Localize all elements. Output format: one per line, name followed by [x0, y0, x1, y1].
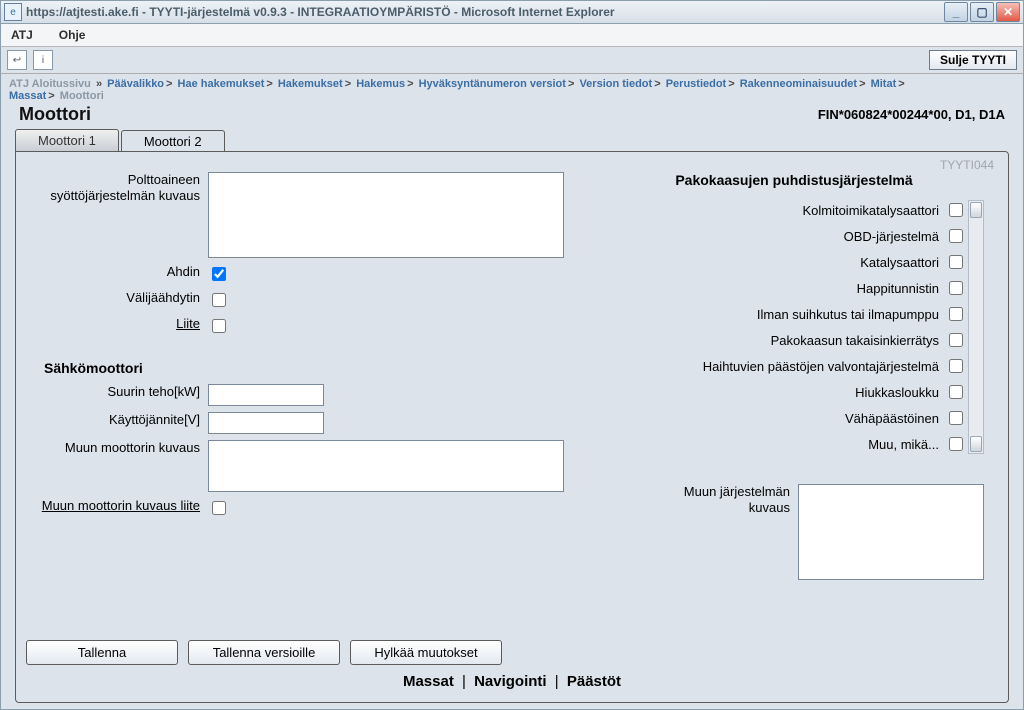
checkbox-liite[interactable]	[212, 319, 226, 333]
scrollbar[interactable]	[968, 200, 984, 454]
toolbar: ↩ i Sulje TYYTI	[0, 47, 1024, 74]
label-suurin-teho: Suurin teho[kW]	[40, 384, 208, 400]
page-title-row: Moottori FIN*060824*00244*00, D1, D1A	[0, 102, 1024, 129]
list-item-label: Ilman suihkutus tai ilmapumppu	[757, 307, 945, 322]
link-liite[interactable]: Liite	[40, 316, 208, 332]
window-title: https://atjtesti.ake.fi - TYYTI-järjeste…	[26, 5, 944, 19]
save-versions-button[interactable]: Tallenna versioille	[188, 640, 340, 665]
crumb-item[interactable]: Massat	[9, 90, 46, 102]
document-id: FIN*060824*00244*00, D1, D1A	[818, 107, 1015, 122]
breadcrumb: ATJ Aloitussivu » Päävalikko> Hae hakemu…	[0, 74, 1024, 102]
crumb-item[interactable]: Hyväksyntänumeron versiot	[419, 78, 566, 90]
label-kayttojannite: Käyttöjännite[V]	[40, 412, 208, 428]
nav-navigointi[interactable]: Navigointi	[474, 673, 547, 690]
crumb-item[interactable]: Päävalikko	[107, 78, 164, 90]
tab-moottori-2[interactable]: Moottori 2	[121, 130, 225, 152]
tab-moottori-1[interactable]: Moottori 1	[15, 129, 119, 151]
input-muun-moottorin[interactable]	[208, 440, 564, 492]
label-ahdin: Ahdin	[40, 264, 208, 280]
list-item-label: Haihtuvien päästöjen valvontajärjestelmä	[703, 359, 945, 374]
form-panel: TYYTI044 Polttoaineen syöttöjärjestelmän…	[15, 151, 1009, 703]
list-item-label: Kolmitoimikatalysaattori	[802, 203, 945, 218]
checkbox-takaisinkierratys[interactable]	[949, 333, 963, 347]
input-muun-jarjestelman[interactable]	[798, 484, 984, 580]
crumb-item[interactable]: Mitat	[871, 78, 897, 90]
link-muun-liite[interactable]: Muun moottorin kuvaus liite	[40, 498, 208, 514]
list-item-label: OBD-järjestelmä	[844, 229, 945, 244]
crumb-item[interactable]: Rakenneominaisuudet	[740, 78, 857, 90]
save-button[interactable]: Tallenna	[26, 640, 178, 665]
minimize-button[interactable]: _	[944, 2, 968, 22]
input-suurin-teho[interactable]	[208, 384, 324, 406]
list-item-label: Pakokaasun takaisinkierrätys	[771, 333, 945, 348]
ie-icon: e	[4, 3, 22, 21]
label-muun-jarjestelman: Muun järjestelmän kuvaus	[660, 484, 798, 580]
window-titlebar: e https://atjtesti.ake.fi - TYYTI-järjes…	[0, 0, 1024, 24]
label-fuel-desc: Polttoaineen syöttöjärjestelmän kuvaus	[40, 172, 208, 204]
page-title: Moottori	[19, 104, 91, 125]
input-fuel-desc[interactable]	[208, 172, 564, 258]
tab-row: Moottori 1 Moottori 2	[0, 129, 1024, 151]
checkbox-ilmapumppu[interactable]	[949, 307, 963, 321]
crumb-start: ATJ Aloitussivu	[9, 78, 91, 90]
back-icon[interactable]: ↩	[7, 50, 27, 70]
purification-list: Kolmitoimikatalysaattori OBD-järjestelmä…	[604, 200, 984, 454]
section-pakokaasu: Pakokaasujen puhdistusjärjestelmä	[604, 172, 984, 188]
form-code: TYYTI044	[940, 158, 994, 172]
list-item-label: Hiukkasloukku	[855, 385, 945, 400]
checkbox-kolmitoimi[interactable]	[949, 203, 963, 217]
checkbox-happitunnistin[interactable]	[949, 281, 963, 295]
checkbox-vahapaastoinen[interactable]	[949, 411, 963, 425]
menu-ohje[interactable]: Ohje	[59, 28, 86, 42]
checkbox-hiukkasloukku[interactable]	[949, 385, 963, 399]
crumb-item[interactable]: Hae hakemukset	[178, 78, 265, 90]
crumb-item[interactable]: Perustiedot	[666, 78, 727, 90]
list-item-label: Muu, mikä...	[868, 437, 945, 452]
reject-button[interactable]: Hylkää muutokset	[350, 640, 502, 665]
crumb-current: Moottori	[60, 90, 104, 102]
section-sahkomoottori: Sähkömoottori	[44, 360, 564, 376]
label-muun-moottorin: Muun moottorin kuvaus	[40, 440, 208, 456]
checkbox-haihtuvien[interactable]	[949, 359, 963, 373]
info-icon[interactable]: i	[33, 50, 53, 70]
bottom-nav: Massat | Navigointi | Päästöt	[26, 673, 998, 690]
checkbox-muun-liite[interactable]	[212, 501, 226, 515]
checkbox-ahdin[interactable]	[212, 267, 226, 281]
checkbox-katalysaattori[interactable]	[949, 255, 963, 269]
list-item-label: Vähäpäästöinen	[845, 411, 945, 426]
list-item-label: Happitunnistin	[857, 281, 945, 296]
crumb-item[interactable]: Hakemukset	[278, 78, 343, 90]
close-tyyti-button[interactable]: Sulje TYYTI	[929, 50, 1017, 70]
input-kayttojannite[interactable]	[208, 412, 324, 434]
checkbox-muu[interactable]	[949, 437, 963, 451]
checkbox-valijaahdytin[interactable]	[212, 293, 226, 307]
crumb-item[interactable]: Hakemus	[356, 78, 405, 90]
label-valijaahdytin: Välijäähdytin	[40, 290, 208, 306]
crumb-item[interactable]: Version tiedot	[579, 78, 652, 90]
list-item-label: Katalysaattori	[860, 255, 945, 270]
nav-paastot[interactable]: Päästöt	[567, 673, 621, 690]
checkbox-obd[interactable]	[949, 229, 963, 243]
menubar: ATJ Ohje	[0, 24, 1024, 47]
close-button[interactable]: ✕	[996, 2, 1020, 22]
maximize-button[interactable]: ▢	[970, 2, 994, 22]
nav-massat[interactable]: Massat	[403, 673, 454, 690]
menu-atj[interactable]: ATJ	[11, 28, 33, 42]
